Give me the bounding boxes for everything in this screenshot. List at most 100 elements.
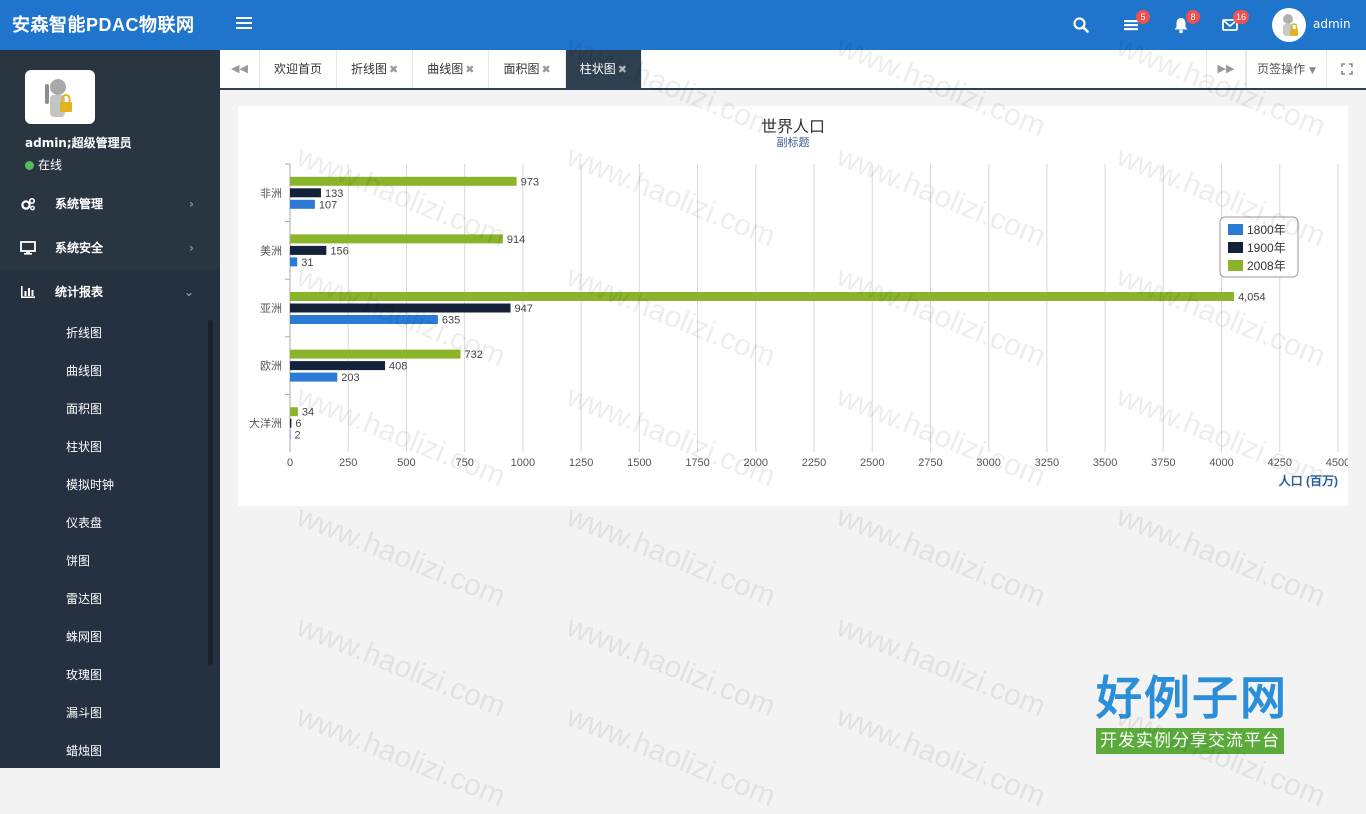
mail-icon[interactable]: 16 (1221, 14, 1243, 36)
caret-down-icon: ▼ (1309, 66, 1316, 76)
x-tick-label: 2750 (918, 457, 942, 469)
x-axis-label: 人口 (百万) (1279, 473, 1338, 488)
bar (290, 177, 517, 186)
x-tick-label: 2250 (802, 457, 826, 469)
data-label: 4,054 (1238, 292, 1266, 304)
bar (290, 361, 385, 370)
sidebar-item-system-management[interactable]: 系统管理 › (0, 182, 220, 226)
online-status: 在线 (25, 156, 62, 173)
mail-badge: 16 (1233, 10, 1249, 24)
tab-1[interactable]: 折线图✖ (337, 50, 413, 88)
x-tick-label: 250 (339, 457, 357, 469)
sidebar-item-label: 系统安全 (55, 241, 103, 255)
x-tick-label: 1250 (569, 457, 593, 469)
x-tick-label: 2500 (860, 457, 884, 469)
tabs-scroll-right-icon[interactable]: ▶▶ (1206, 50, 1246, 88)
bar (290, 188, 321, 197)
category-label: 大洋洲 (249, 416, 282, 430)
app-title: 安森智能PDAC物联网 (12, 0, 195, 50)
close-icon[interactable]: ✖ (618, 63, 627, 76)
close-icon[interactable]: ✖ (542, 63, 551, 76)
fullscreen-icon[interactable] (1326, 50, 1366, 88)
sidebar-subitem[interactable]: 漏斗图 (0, 694, 220, 732)
data-label: 6 (295, 418, 301, 430)
data-label: 973 (521, 176, 539, 188)
sidebar-item-statistics[interactable]: 统计报表 ⌄ (0, 270, 220, 314)
chart-panel: 世界人口副标题025050075010001250150017502000225… (238, 106, 1348, 506)
sidebar-subitem[interactable]: 模拟时钟 (0, 466, 220, 504)
data-label: 31 (301, 257, 313, 269)
legend-swatch (1228, 242, 1243, 253)
tabs-bar: ◀◀ 欢迎首页折线图✖曲线图✖面积图✖柱状图✖ ▶▶ 页签操作 ▼ (220, 50, 1366, 90)
sidebar-item-system-security[interactable]: 系统安全 › (0, 226, 220, 270)
user-avatar[interactable] (1272, 8, 1306, 42)
sidebar-subitem[interactable]: 玫瑰图 (0, 656, 220, 694)
close-icon[interactable]: ✖ (465, 63, 474, 76)
logo-sub-text: 开发实例分享交流平台 (1096, 728, 1284, 754)
tab-label: 柱状图 (580, 62, 616, 76)
data-label: 732 (464, 349, 482, 361)
tasks-icon[interactable]: 5 (1122, 14, 1144, 36)
data-label: 914 (507, 234, 525, 246)
bar (290, 234, 503, 243)
chart-subtitle: 副标题 (777, 135, 810, 149)
x-tick-label: 4000 (1209, 457, 1233, 469)
tab-label: 折线图 (351, 62, 387, 76)
desktop-icon (20, 241, 36, 255)
tab-0[interactable]: 欢迎首页 (260, 50, 337, 88)
menu-toggle-icon[interactable] (236, 17, 252, 31)
gears-icon (20, 197, 36, 211)
sidebar-subitem[interactable]: 蛛网图 (0, 618, 220, 656)
sidebar-subitem[interactable]: 蜡烛图 (0, 732, 220, 768)
admin-username[interactable]: admin (1313, 17, 1351, 31)
category-label: 非洲 (260, 187, 282, 200)
tab-label: 欢迎首页 (274, 62, 322, 76)
sidebar-subitem[interactable]: 仪表盘 (0, 504, 220, 542)
population-bar-chart: 世界人口副标题025050075010001250150017502000225… (238, 106, 1348, 506)
top-navbar: 安森智能PDAC物联网 5 8 16 admin (0, 0, 1366, 50)
sidebar-subitem[interactable]: 饼图 (0, 542, 220, 580)
bar (290, 407, 298, 416)
legend-swatch (1228, 260, 1243, 271)
sidebar: admin;超级管理员 在线 系统管理 › 系统安全 › 统计报表 ⌄ 折线图曲… (0, 50, 220, 768)
data-label: 408 (389, 361, 407, 373)
search-icon[interactable] (1072, 14, 1094, 36)
tabs-scroll-left-icon[interactable]: ◀◀ (220, 50, 260, 88)
bar (290, 304, 511, 313)
tab-label: 面积图 (503, 62, 539, 76)
chevron-down-icon: ⌄ (184, 270, 194, 314)
data-label: 34 (302, 407, 314, 419)
profile-avatar[interactable] (25, 70, 95, 124)
close-icon[interactable]: ✖ (389, 63, 398, 76)
bar (290, 419, 291, 428)
bar (290, 246, 326, 255)
sidebar-subitem[interactable]: 折线图 (0, 314, 220, 352)
bell-icon[interactable]: 8 (1172, 14, 1194, 36)
sidebar-subitem[interactable]: 柱状图 (0, 428, 220, 466)
legend-label: 1800年 (1247, 223, 1286, 237)
chevron-right-icon: › (189, 226, 194, 270)
category-label: 美洲 (260, 244, 282, 257)
legend-label: 2008年 (1247, 259, 1286, 273)
x-tick-label: 1500 (627, 457, 651, 469)
tab-ops-dropdown[interactable]: 页签操作 ▼ (1246, 50, 1326, 88)
x-tick-label: 3000 (976, 457, 1000, 469)
bar (290, 373, 337, 382)
data-label: 203 (341, 372, 359, 384)
sidebar-subitem[interactable]: 面积图 (0, 390, 220, 428)
statistics-submenu: 折线图曲线图面积图柱状图模拟时钟仪表盘饼图雷达图蛛网图玫瑰图漏斗图蜡烛图 (0, 314, 220, 768)
x-tick-label: 0 (287, 457, 293, 469)
sidebar-scrollbar[interactable] (208, 320, 213, 665)
category-label: 亚洲 (260, 303, 282, 315)
tab-3[interactable]: 面积图✖ (489, 50, 565, 88)
sidebar-subitem[interactable]: 雷达图 (0, 580, 220, 618)
chart-title: 世界人口 (761, 118, 825, 136)
x-tick-label: 750 (455, 457, 473, 469)
tab-2[interactable]: 曲线图✖ (413, 50, 489, 88)
tab-4[interactable]: 柱状图✖ (566, 50, 642, 88)
x-tick-label: 3250 (1035, 457, 1059, 469)
sidebar-subitem[interactable]: 曲线图 (0, 352, 220, 390)
profile-name: admin;超级管理员 (25, 134, 132, 151)
data-label: 947 (515, 303, 533, 315)
data-label: 107 (319, 199, 337, 211)
